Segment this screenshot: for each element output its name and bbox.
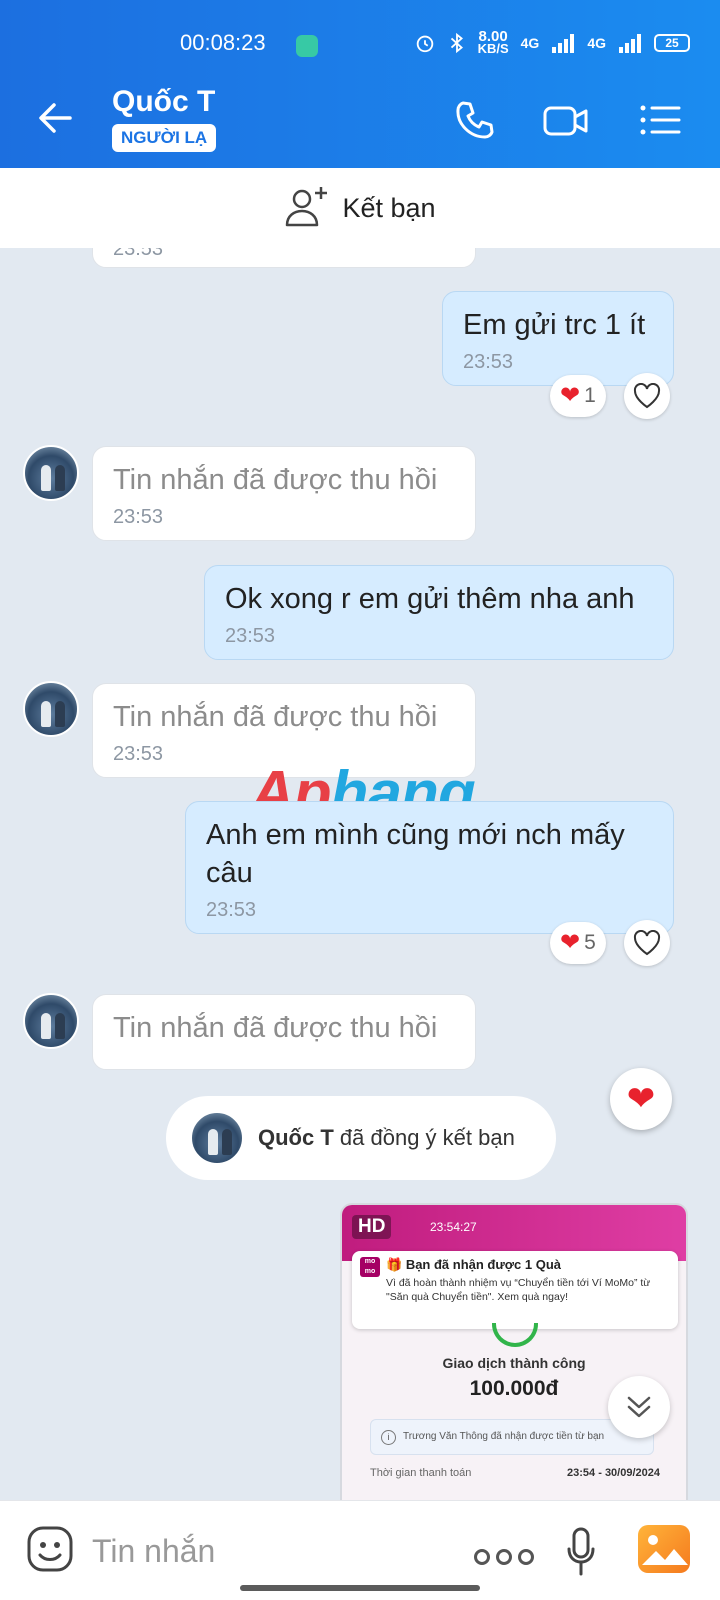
message-bubble-incoming[interactable]: Tin nhắn đã được thu hồi	[92, 994, 476, 1070]
notification-title-text: Bạn đã nhận được 1 Quà	[405, 1257, 561, 1272]
success-check-icon	[492, 1323, 538, 1347]
signal-bars-icon	[552, 34, 575, 53]
message-time: 23:53	[463, 351, 514, 373]
payment-time-row: Thời gian thanh toán 23:54 - 30/09/2024	[370, 1467, 670, 1479]
list-menu-icon[interactable]	[636, 96, 684, 144]
contact-name[interactable]: Quốc T	[112, 85, 215, 119]
hd-badge: HD	[352, 1215, 392, 1239]
react-heart-button[interactable]	[624, 373, 670, 419]
heart-icon: ❤	[626, 1080, 656, 1118]
image-status-time: 23:54:27	[430, 1220, 477, 1234]
reaction-count[interactable]: ❤ 1	[550, 375, 606, 417]
system-message-name: Quốc T	[258, 1125, 334, 1150]
arrow-left-icon[interactable]	[34, 97, 76, 139]
reaction-count-value: 5	[584, 931, 596, 954]
heart-outline-icon	[633, 930, 661, 956]
avatar[interactable]	[23, 681, 79, 737]
stranger-badge: NGƯỜI LẠ	[112, 124, 217, 152]
message-input[interactable]: Tin nhắn	[92, 1533, 215, 1570]
message-text: Tin nhắn đã được thu hồi	[113, 464, 438, 496]
heart-icon: ❤	[560, 929, 581, 956]
status-time: 00:08:23	[180, 30, 266, 55]
message-text: Tin nhắn đã được thu hồi	[113, 701, 438, 733]
emoji-icon[interactable]	[26, 1525, 74, 1573]
home-indicator	[240, 1585, 480, 1591]
gallery-glyph	[642, 1535, 688, 1565]
battery-icon: 25	[654, 34, 690, 52]
more-dots-icon[interactable]	[474, 1549, 534, 1565]
signal-bars-icon-2	[619, 34, 641, 53]
friend-accepted-notice: Quốc T đã đồng ý kết bạn	[166, 1096, 556, 1180]
alarm-icon	[416, 35, 433, 53]
chat-area[interactable]: 23:53 Em gửi trc 1 ít 23:53 ❤ 1 Tin nhắn…	[0, 248, 720, 1500]
message-bubble-outgoing[interactable]: Ok xong r em gửi thêm nha anh 23:53	[204, 565, 674, 660]
quick-reaction-heart-button[interactable]: ❤	[610, 1068, 672, 1130]
video-camera-icon[interactable]	[542, 96, 590, 144]
heart-icon: ❤	[560, 382, 581, 409]
network-speed: 8.00 KB/S	[477, 28, 509, 56]
message-bubble-incoming[interactable]: 23:53	[92, 248, 476, 268]
momo-notification: mo mo 🎁 Bạn đã nhận được 1 Quà Vì đã hoàn…	[352, 1251, 678, 1329]
transaction-status: Giao dịch thành công	[442, 1355, 586, 1371]
payment-time-value: 23:54 - 30/09/2024	[567, 1467, 660, 1479]
message-text: Ok xong r em gửi thêm nha anh	[225, 583, 635, 615]
chat-notification-icon	[296, 35, 318, 57]
microphone-icon[interactable]	[566, 1527, 596, 1577]
avatar[interactable]	[190, 1111, 244, 1165]
chat-header: Quốc T NGƯỜI LẠ	[0, 70, 720, 168]
message-time: 23:53	[113, 248, 164, 260]
message-text: Tin nhắn đã được thu hồi	[113, 1012, 438, 1044]
image-gallery-icon[interactable]	[638, 1525, 690, 1573]
heart-outline-icon	[633, 383, 661, 409]
message-text: Em gửi trc 1 ít	[463, 309, 646, 341]
system-message-body: đã đồng ý kết bạn	[339, 1125, 515, 1150]
reaction-count-value: 1	[584, 384, 596, 407]
signal-4g-1: 4G	[520, 35, 540, 51]
system-message-text: Quốc T đã đồng ý kết bạn	[258, 1125, 515, 1151]
message-time: 23:53	[225, 625, 276, 647]
chevron-double-down-icon	[627, 1396, 651, 1418]
react-heart-button[interactable]	[624, 920, 670, 966]
avatar[interactable]	[23, 993, 79, 1049]
add-friend-bar[interactable]: Kết bạn	[0, 168, 720, 248]
message-bubble-outgoing[interactable]: Em gửi trc 1 ít 23:53	[442, 291, 674, 386]
reaction-count[interactable]: ❤ 5	[550, 922, 606, 964]
momo-logo-icon: mo mo	[360, 1257, 380, 1277]
message-time: 23:53	[206, 899, 257, 921]
avatar[interactable]	[23, 445, 79, 501]
message-time: 23:53	[113, 506, 164, 528]
scroll-to-bottom-button[interactable]	[608, 1376, 670, 1438]
shared-image-message[interactable]: HD 23:54:27 mo mo 🎁 Bạn đã nhận được 1 Qu…	[340, 1203, 688, 1500]
status-bar: 00:08:23 8.00 KB/S 4G 4G 25	[0, 0, 720, 70]
system-icons: 8.00 KB/S 4G 4G 25	[414, 28, 690, 56]
payment-time-label: Thời gian thanh toán	[370, 1467, 472, 1479]
message-bubble-incoming[interactable]: Tin nhắn đã được thu hồi 23:53	[92, 446, 476, 541]
message-text: Anh em mình cũng mới nch mấy câu	[206, 819, 625, 889]
message-bubble-outgoing[interactable]: Anh em mình cũng mới nch mấy câu 23:53	[185, 801, 674, 934]
recipient-info: Trương Văn Thông đã nhận được tiền từ bạ…	[370, 1419, 654, 1455]
add-friend-label: Kết bạn	[342, 192, 436, 223]
signal-4g-2: 4G	[587, 35, 606, 51]
bluetooth-icon	[450, 32, 463, 54]
add-user-icon	[286, 187, 328, 227]
notification-title: 🎁 Bạn đã nhận được 1 Quà	[386, 1257, 561, 1272]
notification-body: Vì đã hoàn thành nhiệm vụ “Chuyển tiền t…	[386, 1277, 651, 1303]
phone-icon[interactable]	[450, 96, 498, 144]
